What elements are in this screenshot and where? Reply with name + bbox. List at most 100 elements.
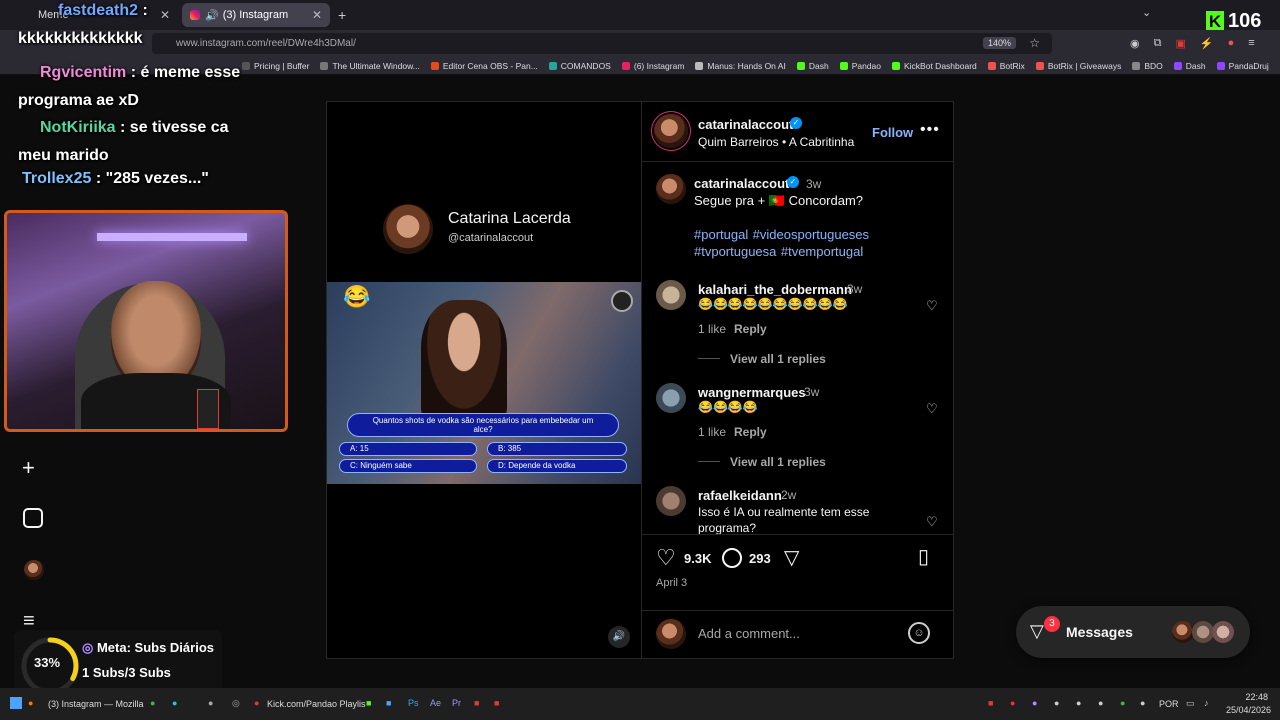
like-comment-icon[interactable]: ♡ <box>926 514 940 529</box>
commenter-avatar[interactable] <box>656 383 686 413</box>
app-icon[interactable]: ■ <box>366 698 371 708</box>
comment-icon[interactable] <box>722 548 742 568</box>
app-icon[interactable]: ■ <box>386 698 391 708</box>
view-replies-button[interactable]: View all 1 replies <box>730 352 826 366</box>
photoshop-icon[interactable]: Ps <box>408 698 419 708</box>
tray-icon[interactable]: ● <box>1054 698 1059 708</box>
comment-username[interactable]: rafaelkeidann <box>698 488 782 503</box>
bookmark-item[interactable]: COMANDOS <box>548 61 611 71</box>
reply-button[interactable]: Reply <box>734 322 767 336</box>
app-icon[interactable]: ■ <box>494 698 499 708</box>
author-username[interactable]: catarinalaccout <box>698 117 793 132</box>
reply-button[interactable]: Reply <box>734 425 767 439</box>
create-icon[interactable]: + <box>22 455 35 481</box>
bookmark-item[interactable]: KickBot Dashboard <box>892 61 977 71</box>
tab-instagram[interactable]: 🔊 (3) Instagram ✕ <box>182 3 330 27</box>
dashboard-icon[interactable] <box>23 508 43 528</box>
comment-likes[interactable]: 1 like <box>698 425 726 439</box>
hashtag[interactable]: #videosportugueses <box>753 227 869 242</box>
commenter-avatar[interactable] <box>656 486 686 516</box>
start-menu-icon[interactable] <box>10 697 22 709</box>
goal-percent: 33% <box>34 655 61 670</box>
chat-message: : <box>142 2 148 19</box>
url-bar[interactable]: www.instagram.com/reel/DWre4h3DMal/ 140%… <box>152 33 1052 54</box>
volume-icon[interactable]: ♪ <box>1204 698 1209 708</box>
new-tab-icon[interactable]: + <box>338 7 346 23</box>
bookmark-item[interactable]: Manus: Hands On AI <box>695 61 786 71</box>
caption-username[interactable]: catarinalaccout <box>694 176 789 191</box>
tray-icon[interactable]: ● <box>1032 698 1037 708</box>
zoom-level[interactable]: 140% <box>982 37 1016 49</box>
network-icon[interactable]: ▭ <box>1186 698 1195 709</box>
app-icon[interactable]: ● <box>150 698 155 708</box>
save-bookmark-icon[interactable]: ▯ <box>918 544 929 569</box>
like-icon[interactable]: ♡ <box>656 545 676 571</box>
reel-video[interactable]: Catarina Lacerda @catarinalaccout 😂 Quan… <box>327 102 641 658</box>
comments-list[interactable]: catarinalaccout ✓ 3w Segue pra + 🇵🇹 Conc… <box>642 162 954 534</box>
language-indicator[interactable]: POR <box>1159 699 1179 709</box>
speaker-icon[interactable]: 🔊 <box>205 9 219 22</box>
after-effects-icon[interactable]: Ae <box>430 698 441 708</box>
view-replies-button[interactable]: View all 1 replies <box>730 455 826 469</box>
close-icon[interactable]: ✕ <box>312 8 322 22</box>
menu-icon[interactable]: ≡ <box>1248 37 1254 50</box>
like-comment-icon[interactable]: ♡ <box>926 298 940 313</box>
app-icon[interactable]: ■ <box>474 698 479 708</box>
author-avatar[interactable] <box>654 114 688 148</box>
tray-icon[interactable]: ■ <box>988 698 993 708</box>
extension-icon[interactable]: ◉ <box>1130 37 1140 50</box>
clock-time[interactable]: 22:48 <box>1236 692 1268 702</box>
app-icon[interactable]: ● <box>208 698 213 708</box>
firefox-icon[interactable]: ● <box>28 698 33 708</box>
extension-icon[interactable]: ● <box>1228 37 1235 50</box>
audio-track[interactable]: Quim Barreiros • A Cabritinha <box>698 135 854 149</box>
profile-avatar[interactable] <box>24 560 44 580</box>
like-comment-icon[interactable]: ♡ <box>926 401 940 416</box>
microphone-tray-icon[interactable]: ● <box>1140 698 1145 708</box>
bookmark-item[interactable]: BDO <box>1132 61 1163 71</box>
hashtag[interactable]: #tvemportugal <box>781 244 863 259</box>
clock-date[interactable]: 25/04/2026 <box>1226 705 1271 715</box>
premiere-icon[interactable]: Pr <box>452 698 461 708</box>
messenger-icon: ▽ <box>1030 621 1044 641</box>
puzzle-icon[interactable]: ⧉ <box>1154 37 1162 50</box>
hashtag[interactable]: #tvportuguesa <box>694 244 776 259</box>
bookmark-item[interactable]: BotRix <box>987 61 1025 71</box>
audio-toggle-icon[interactable]: 🔊 <box>608 626 630 648</box>
like-count[interactable]: 9.3K <box>684 551 711 566</box>
share-icon[interactable]: ▽ <box>784 545 799 570</box>
bookmark-item[interactable]: (6) Instagram <box>621 61 684 71</box>
taskbar-item-kick[interactable]: Kick.com/Pandao Playlis <box>267 699 366 709</box>
bookmark-item[interactable]: BotRix | Giveaways <box>1035 61 1121 71</box>
more-options-icon[interactable]: ••• <box>920 121 940 139</box>
app-icon[interactable]: ● <box>172 698 177 708</box>
tray-icon[interactable]: ● <box>1076 698 1081 708</box>
bookmark-item[interactable]: The Ultimate Window... <box>320 61 420 71</box>
messages-button[interactable]: ▽ 3 Messages <box>1016 606 1250 658</box>
close-icon[interactable]: ✕ <box>160 8 170 22</box>
tray-icon[interactable]: ● <box>1120 698 1125 708</box>
extension-icon[interactable]: ⚡ <box>1200 37 1214 50</box>
bookmark-item[interactable]: PandaDruj <box>1216 61 1269 71</box>
comment-username[interactable]: kalahari_the_dobermann <box>698 282 852 297</box>
bookmark-item[interactable]: Editor Cena OBS - Pan... <box>430 61 538 71</box>
bookmark-item[interactable]: Dash <box>1173 61 1206 71</box>
tray-icon[interactable]: ● <box>1098 698 1103 708</box>
add-comment-input[interactable]: Add a comment... <box>698 626 800 641</box>
bookmark-star-icon[interactable]: ☆ <box>1029 36 1040 50</box>
bookmark-item[interactable]: Pandao <box>839 61 881 71</box>
bookmark-item[interactable]: Dash <box>796 61 829 71</box>
taskbar-item-firefox[interactable]: (3) Instagram — Mozilla <box>48 699 144 709</box>
app-icon[interactable]: ● <box>254 698 259 708</box>
tray-icon[interactable]: ● <box>1010 698 1015 708</box>
chevron-down-icon[interactable]: ⌄ <box>1142 6 1151 19</box>
comment-likes[interactable]: 1 like <box>698 322 726 336</box>
extension-icon[interactable]: ▣ <box>1175 37 1185 50</box>
follow-button[interactable]: Follow <box>872 125 913 140</box>
app-icon[interactable]: ◎ <box>232 698 240 709</box>
emoji-icon[interactable]: ☺ <box>908 622 930 644</box>
hashtag[interactable]: #portugal <box>694 227 748 242</box>
author-avatar[interactable] <box>656 174 686 204</box>
comment-username[interactable]: wangnermarques <box>698 385 806 400</box>
commenter-avatar[interactable] <box>656 280 686 310</box>
